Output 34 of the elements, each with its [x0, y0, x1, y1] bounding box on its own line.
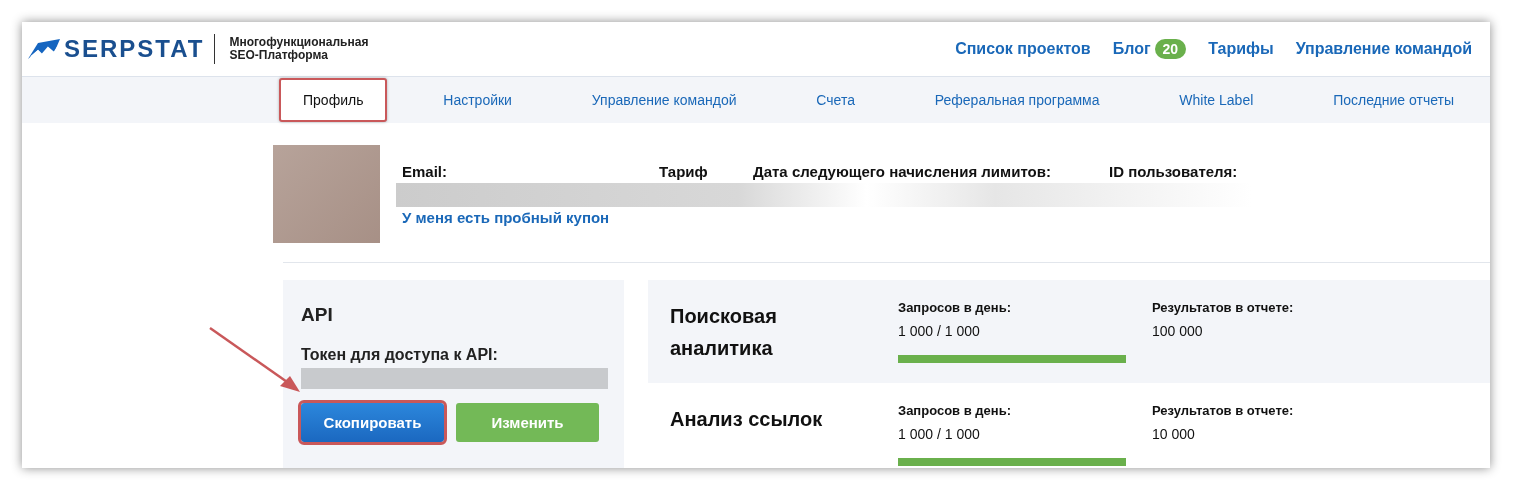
tab[interactable]: Управление командой: [567, 78, 761, 122]
nav-link[interactable]: Список проектов: [955, 40, 1091, 58]
logo-text: SERPSTAT: [64, 35, 205, 63]
results-value: 100 000: [1152, 323, 1204, 339]
field-label: Тариф: [659, 163, 709, 180]
requests-value: 1 000 / 1 000: [898, 323, 981, 339]
token-label: Токен для доступа к API:: [301, 346, 499, 364]
count-badge: 20: [1154, 39, 1187, 59]
limit-name: Поисковая аналитика: [670, 304, 778, 361]
copy-button[interactable]: Скопировать: [301, 403, 444, 442]
limit-name: Анализ ссылок: [670, 407, 824, 432]
field-label: Дата следующего начисления лимитов:: [753, 163, 1052, 180]
requests-value: 1 000 / 1 000: [898, 426, 981, 442]
tab[interactable]: White Label: [1155, 78, 1278, 122]
tab[interactable]: Реферальная программа: [910, 78, 1124, 122]
requests-label: Запросов в день:: [898, 403, 1012, 418]
requests-label: Запросов в день:: [898, 300, 1012, 315]
nav-link[interactable]: Блог 20: [1112, 39, 1187, 59]
field-label: ID пользователя:: [1109, 163, 1238, 180]
tab[interactable]: Последние отчеты: [1309, 78, 1478, 122]
nav-link[interactable]: Управление командой: [1295, 40, 1472, 58]
tagline: Многофункциональная: [229, 36, 369, 49]
results-label: Результатов в отчете:: [1152, 403, 1294, 418]
results-value: 10 000: [1152, 426, 1196, 442]
tab[interactable]: Счета: [792, 78, 879, 122]
logo-icon: [28, 39, 60, 59]
panel-title: API: [301, 304, 334, 326]
tagline: SEO-Платформа: [229, 49, 328, 62]
tab[interactable]: Профиль: [279, 78, 388, 122]
nav-link[interactable]: Тарифы: [1208, 40, 1274, 58]
field-label: Email:: [402, 163, 448, 180]
coupon-link[interactable]: У меня есть пробный купон: [402, 209, 610, 226]
results-label: Результатов в отчете:: [1152, 300, 1294, 315]
tab[interactable]: Настройки: [419, 78, 536, 122]
